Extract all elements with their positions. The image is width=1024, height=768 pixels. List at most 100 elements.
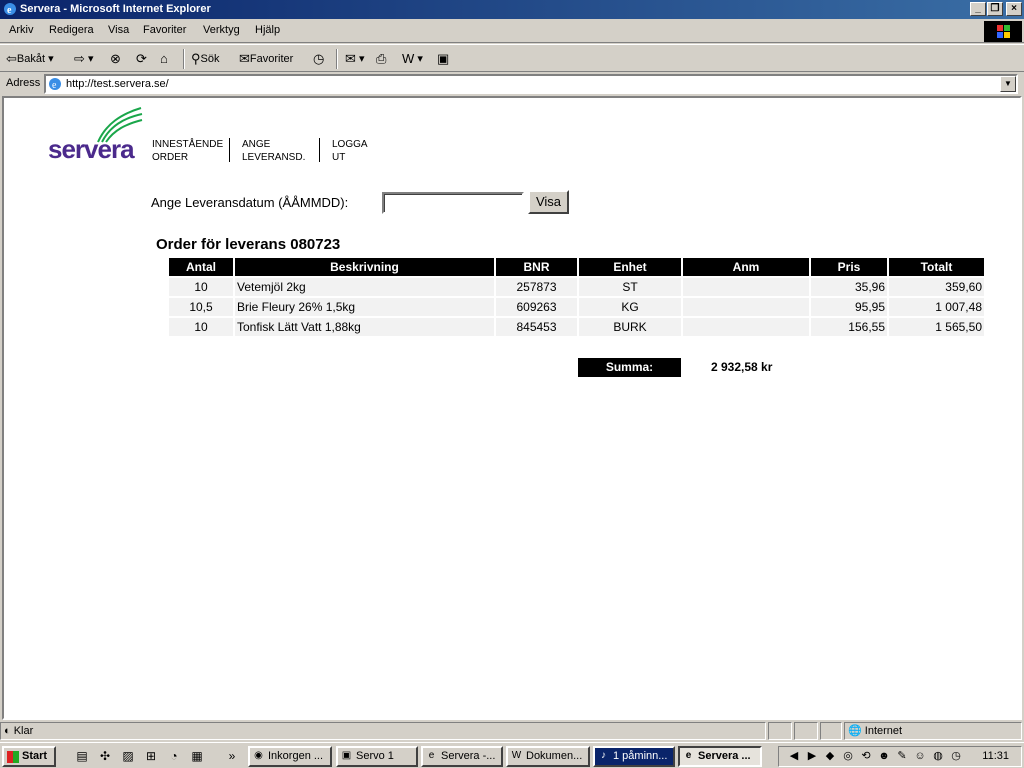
start-button[interactable]: Start — [2, 746, 56, 767]
cell-bnr: 845453 — [496, 318, 577, 336]
task-servera-1[interactable]: e Servera -... — [421, 746, 503, 767]
cell-anm — [683, 298, 809, 316]
quicklaunch-app-icon[interactable]: ▦ — [189, 748, 205, 764]
home-button[interactable]: ⌂ — [160, 49, 168, 69]
browser-viewport[interactable]: servera INNESTÅENDE ORDER ANGE LEVERANSD… — [2, 96, 1022, 720]
people-icon[interactable]: ☺ — [913, 749, 927, 763]
address-input[interactable]: e http://test.servera.se/ ▼ — [44, 74, 1018, 94]
visa-button[interactable]: Visa — [528, 190, 569, 214]
nav-innestaende-order[interactable]: INNESTÅENDE ORDER — [152, 138, 223, 164]
clock[interactable]: 11:31 — [982, 750, 1009, 762]
tray-clock-icon[interactable]: ◷ — [949, 749, 963, 763]
chevron-down-icon: ▾ — [87, 53, 94, 65]
tray-globe-icon[interactable]: ◍ — [931, 749, 945, 763]
print-button[interactable]: ⎙ — [376, 49, 386, 69]
messenger-icon[interactable]: ☻ — [877, 749, 891, 763]
nav-divider — [319, 138, 320, 162]
word-icon: W — [511, 750, 522, 761]
quicklaunch-desktop-icon[interactable]: ▤ — [74, 748, 90, 764]
cell-enhet: ST — [579, 278, 681, 296]
menu-hjalp[interactable]: Hjälp — [255, 24, 280, 36]
sync-icon[interactable]: ⟲ — [859, 749, 873, 763]
address-dropdown-icon[interactable]: ▼ — [1000, 76, 1016, 92]
cell-totalt: 1 565,50 — [889, 318, 984, 336]
chevron-down-icon: ▾ — [358, 53, 365, 65]
forward-button[interactable]: ⇨ ▾ — [74, 49, 94, 69]
task-servo[interactable]: ▣ Servo 1 — [336, 746, 418, 767]
menu-verktyg[interactable]: Verktyg — [203, 24, 240, 36]
system-tray: ◀ ▶ ◆ ◎ ⟲ ☻ ✎ ☺ ◍ ◷ 11:31 — [778, 746, 1022, 767]
task-label: Dokumen... — [526, 750, 583, 762]
tray-app-icon[interactable]: ✎ — [895, 749, 909, 763]
discuss-button[interactable]: ▣ — [437, 49, 449, 69]
network-icon[interactable]: ◎ — [841, 749, 855, 763]
favorites-label: Favoriter — [249, 53, 294, 65]
discuss-icon: ▣ — [437, 51, 450, 67]
task-paminnelse[interactable]: ♪ 1 påminn... — [593, 746, 675, 767]
nav-line: ANGE — [242, 139, 271, 150]
minimize-button[interactable]: _ — [970, 2, 986, 16]
media-icon[interactable]: ▶ — [805, 749, 819, 763]
col-pris: Pris — [811, 258, 887, 276]
nav-logga-ut[interactable]: LOGGA UT — [332, 138, 368, 164]
start-label: Start — [22, 750, 48, 762]
globe-icon: 🌐 — [848, 725, 862, 737]
home-icon: ⌂ — [160, 51, 168, 67]
back-button[interactable]: ⇦Bakåt ▾ — [6, 49, 54, 69]
menu-favoriter[interactable]: Favoriter — [143, 24, 186, 36]
menu-visa[interactable]: Visa — [108, 24, 129, 36]
menu-redigera[interactable]: Redigera — [49, 24, 94, 36]
task-inkorgen[interactable]: ◉ Inkorgen ... — [248, 746, 332, 767]
menu-arkiv[interactable]: Arkiv — [9, 24, 33, 36]
address-label: Adress — [6, 77, 41, 89]
terminal-icon: ▣ — [341, 750, 352, 761]
history-button[interactable]: ◷ — [313, 49, 324, 69]
nav-divider — [229, 138, 230, 162]
col-antal: Antal — [169, 258, 233, 276]
zone-cell: 🌐 Internet — [844, 722, 1022, 740]
cell-beskrivning: Tonfisk Lätt Vatt 1,88kg — [235, 318, 494, 336]
task-label: Servera -... — [441, 750, 496, 762]
address-bar: Adress e http://test.servera.se/ ▼ — [0, 72, 1024, 96]
cell-antal: 10,5 — [169, 298, 233, 316]
nav-line: LOGGA — [332, 139, 368, 150]
bell-icon: ♪ — [601, 750, 606, 761]
quicklaunch-clock-icon[interactable]: ◔ — [166, 748, 182, 764]
refresh-button[interactable]: ⟳ — [136, 49, 147, 69]
close-button[interactable]: × — [1006, 2, 1022, 16]
favorites-button[interactable]: ✉Favoriter — [239, 49, 293, 69]
table-row: 10 Vetemjöl 2kg 257873 ST 35,96 359,60 — [169, 278, 984, 296]
toolbar-separator — [183, 49, 185, 69]
stop-button[interactable]: ⊗ — [110, 49, 121, 69]
delivery-date-input[interactable] — [382, 192, 524, 214]
order-title: Order för leverans 080723 — [156, 236, 341, 253]
quicklaunch-more-icon[interactable]: » — [224, 748, 240, 764]
volume-icon[interactable]: ◀ — [787, 749, 801, 763]
quicklaunch-tools-icon[interactable]: ✣ — [97, 748, 113, 764]
col-anm: Anm — [683, 258, 809, 276]
task-label: Inkorgen ... — [268, 750, 324, 762]
cell-anm — [683, 318, 809, 336]
quicklaunch-network-icon[interactable]: ⊞ — [143, 748, 159, 764]
antivirus-icon[interactable]: ◆ — [823, 749, 837, 763]
task-dokument[interactable]: W Dokumen... — [506, 746, 590, 767]
maximize-button[interactable]: ❐ — [987, 2, 1003, 16]
window-title: Servera - Microsoft Internet Explorer — [20, 3, 211, 15]
ie-icon: e — [428, 750, 435, 761]
table-row: 10 Tonfisk Lätt Vatt 1,88kg 845453 BURK … — [169, 318, 984, 336]
forward-arrow-icon: ⇨ — [74, 51, 85, 67]
status-pane — [794, 722, 818, 740]
taskbar: Start ▤ ✣ ▨ ⊞ ◔ ▦ » ◉ Inkorgen ... ▣ Servo… — [0, 742, 1024, 768]
col-bnr: BNR — [496, 258, 577, 276]
status-text-cell: ◐ Klar — [0, 722, 766, 740]
nav-ange-leveransd[interactable]: ANGE LEVERANSD. — [242, 138, 305, 164]
task-servera-active[interactable]: e Servera ... — [678, 746, 762, 767]
quicklaunch-picture-icon[interactable]: ▨ — [120, 748, 136, 764]
table-header-row: Antal Beskrivning BNR Enhet Anm Pris Tot… — [169, 258, 984, 276]
search-button[interactable]: ⚲Sök — [191, 49, 220, 69]
edit-button[interactable]: W ▾ — [402, 49, 423, 69]
back-arrow-icon: ⇦ — [6, 51, 17, 67]
print-icon: ⎙ — [376, 51, 387, 67]
mail-button[interactable]: ✉ ▾ — [345, 49, 365, 69]
outlook-icon: ◉ — [254, 750, 263, 761]
